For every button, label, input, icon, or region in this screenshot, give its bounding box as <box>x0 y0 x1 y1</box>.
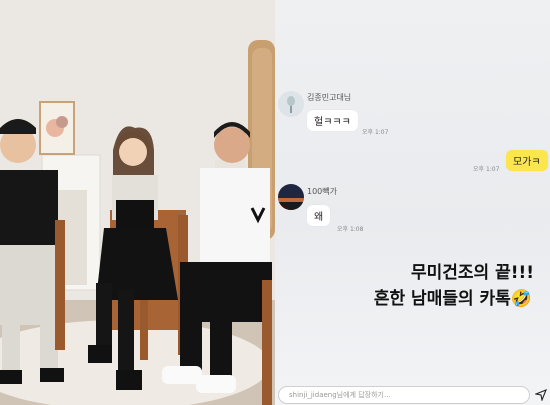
caption-line-2: 흔한 남매들의 카톡🤣 <box>374 284 532 309</box>
sender-name: 김종민고대님 <box>307 93 352 102</box>
tv-show-photo <box>0 0 275 405</box>
my-message-bubble: 모가ㅋ <box>506 150 548 171</box>
message-time: 오후 1:08 <box>337 226 364 233</box>
message-bubble: 왜 <box>307 205 331 226</box>
avatar <box>278 91 304 117</box>
reply-placeholder: shinji_jidaeng님에게 답장하기... <box>289 391 391 399</box>
reply-input[interactable]: shinji_jidaeng님에게 답장하기... <box>278 386 530 404</box>
message-time: 오후 1:07 <box>473 166 500 173</box>
rofl-emoji: 🤣 <box>510 289 532 309</box>
message-bubble: 헐ㅋㅋㅋ <box>307 110 358 131</box>
caption-text: 흔한 남매들의 카톡 <box>373 289 511 309</box>
avatar <box>278 184 304 210</box>
send-icon[interactable] <box>535 389 547 401</box>
caption-line-1: 무미건조의 끝!!! <box>410 263 534 283</box>
kakao-chat-screenshot: 김종민고대님 헐ㅋㅋㅋ 오후 1:07 오후 1:07 모가ㅋ 100빽가 왜 … <box>275 0 550 405</box>
message-time: 오후 1:07 <box>362 129 389 136</box>
studio-scene-image <box>0 0 275 405</box>
sender-name: 100빽가 <box>307 187 337 196</box>
